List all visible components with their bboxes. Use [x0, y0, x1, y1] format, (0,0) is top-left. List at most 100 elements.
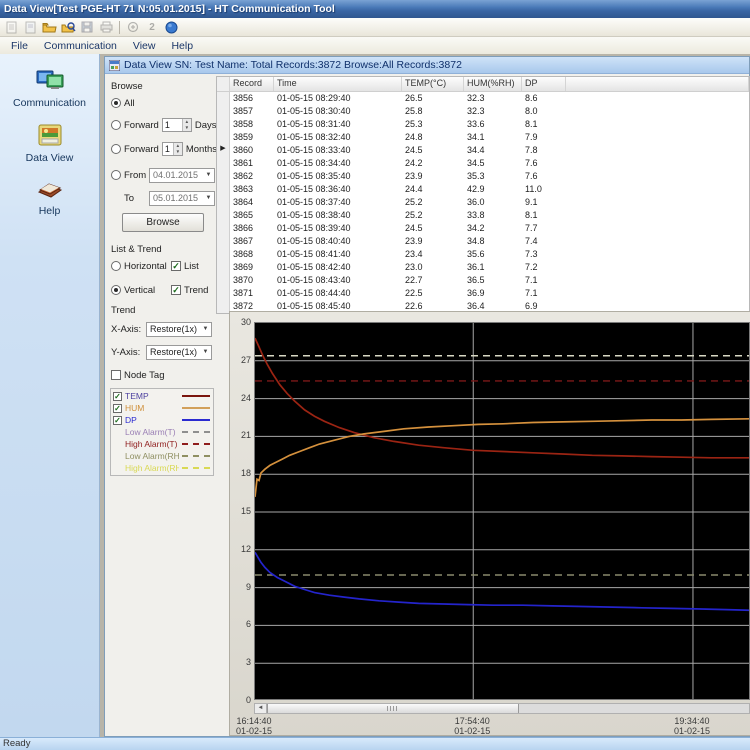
- chevron-down-icon[interactable]: ▼: [203, 172, 214, 178]
- sidebar-item-help[interactable]: Help: [0, 178, 99, 217]
- table-row[interactable]: 386601-05-15 08:39:4024.534.27.7: [217, 222, 749, 235]
- table-row[interactable]: ▶386001-05-15 08:33:4024.534.47.8: [217, 144, 749, 157]
- legend-checkbox[interactable]: ✓: [113, 392, 122, 401]
- from-date-picker[interactable]: 04.01.2015 ▼: [149, 168, 215, 183]
- horizontal-radio[interactable]: [111, 261, 121, 271]
- forward-days-radio[interactable]: [111, 120, 121, 130]
- table-row[interactable]: 385901-05-15 08:32:4024.834.17.9: [217, 131, 749, 144]
- child-window-titlebar[interactable]: Data View SN: Test Name: Total Records:3…: [105, 57, 749, 74]
- legend-checkbox[interactable]: ✓: [113, 404, 122, 413]
- open-folder-icon[interactable]: [41, 20, 57, 35]
- column-header[interactable]: Time: [274, 77, 402, 91]
- browse-group-title: Browse: [111, 81, 217, 92]
- x-axis-select[interactable]: Restore(1x) ▼: [146, 322, 212, 337]
- node-tag-checkbox[interactable]: [111, 370, 121, 380]
- table-row[interactable]: 386501-05-15 08:38:4025.233.88.1: [217, 209, 749, 222]
- table-row[interactable]: 386401-05-15 08:37:4025.236.09.1: [217, 196, 749, 209]
- browse-button[interactable]: Browse: [122, 213, 204, 232]
- forward-months-stepper[interactable]: 1 ▲▼: [162, 142, 183, 156]
- table-cell: 34.8: [464, 235, 522, 248]
- menu-file[interactable]: File: [4, 39, 35, 53]
- column-header[interactable]: DP: [522, 77, 566, 91]
- spinner-arrows-icon[interactable]: ▲▼: [182, 119, 191, 131]
- table-cell: 8.1: [522, 118, 566, 131]
- table-cell: 36.9: [464, 287, 522, 300]
- table-row[interactable]: 386901-05-15 08:42:4023.036.17.2: [217, 261, 749, 274]
- print-icon[interactable]: [98, 20, 114, 35]
- menu-help[interactable]: Help: [164, 39, 200, 53]
- table-cell: 01-05-15 08:38:40: [274, 209, 402, 222]
- list-trend-group-title: List & Trend: [111, 244, 217, 255]
- orientation-vertical-row: Vertical ✓ Trend: [111, 283, 217, 297]
- row-marker: [217, 287, 230, 300]
- doc-icon[interactable]: [3, 20, 19, 35]
- menu-view[interactable]: View: [126, 39, 163, 53]
- browse-from-option[interactable]: From 04.01.2015 ▼: [111, 168, 217, 182]
- menu-bar: File Communication View Help: [0, 37, 750, 54]
- table-row[interactable]: 386701-05-15 08:40:4023.934.87.4: [217, 235, 749, 248]
- table-cell: 01-05-15 08:33:40: [274, 144, 402, 157]
- folder-search-icon[interactable]: [60, 20, 76, 35]
- table-cell: 3868: [230, 248, 274, 261]
- table-cell: 3856: [230, 92, 274, 105]
- chevron-down-icon[interactable]: ▼: [200, 326, 211, 332]
- table-cell: 34.4: [464, 144, 522, 157]
- browse-forward-months-option[interactable]: Forward 1 ▲▼ Months: [111, 142, 217, 156]
- table-row[interactable]: 386301-05-15 08:36:4024.442.911.0: [217, 183, 749, 196]
- forward-months-radio[interactable]: [111, 144, 121, 154]
- from-radio[interactable]: [111, 170, 121, 180]
- forward-days-stepper[interactable]: 1 ▲▼: [162, 118, 192, 132]
- all-radio-label: All: [124, 98, 135, 109]
- orientation-horizontal-row: Horizontal ✓ List: [111, 259, 217, 273]
- table-row[interactable]: 386101-05-15 08:34:4024.234.57.6: [217, 157, 749, 170]
- browse-forward-days-option[interactable]: Forward 1 ▲▼ Days: [111, 118, 217, 132]
- list-checkbox[interactable]: ✓: [171, 261, 181, 271]
- chevron-down-icon[interactable]: ▼: [203, 195, 214, 201]
- chart-horizontal-scrollbar[interactable]: ◄: [254, 703, 750, 714]
- all-radio[interactable]: [111, 98, 121, 108]
- table-row[interactable]: 387101-05-15 08:44:4022.536.97.1: [217, 287, 749, 300]
- y-tick-label: 0: [230, 695, 251, 705]
- table-cell: 25.3: [402, 118, 464, 131]
- doc2-icon[interactable]: [22, 20, 38, 35]
- table-cell: 01-05-15 08:40:40: [274, 235, 402, 248]
- spinner-arrows-icon[interactable]: ▲▼: [173, 143, 182, 155]
- legend-line-sample: [182, 407, 210, 409]
- table-cell: 22.5: [402, 287, 464, 300]
- column-header[interactable]: TEMP(°C): [402, 77, 464, 91]
- table-row[interactable]: 385601-05-15 08:29:4026.532.38.6: [217, 92, 749, 105]
- forward-days-value[interactable]: 1: [163, 119, 182, 131]
- trend-chart[interactable]: [254, 322, 750, 700]
- column-header[interactable]: Record: [230, 77, 274, 91]
- window-titlebar[interactable]: Data View[Test PGE-HT 71 N:05.01.2015] -…: [0, 0, 750, 18]
- table-row[interactable]: 387001-05-15 08:43:4022.736.57.1: [217, 274, 749, 287]
- x-tick-label: 19:34:4001-02-15: [674, 716, 710, 736]
- table-cell: 32.3: [464, 92, 522, 105]
- chevron-down-icon[interactable]: ▼: [200, 349, 211, 355]
- help-icon[interactable]: [163, 20, 179, 35]
- scroll-left-arrow-icon[interactable]: ◄: [255, 704, 267, 713]
- browse-all-option[interactable]: All: [111, 96, 217, 110]
- scrollbar-thumb[interactable]: [267, 704, 519, 713]
- y-tick-label: 18: [230, 468, 251, 478]
- table-row[interactable]: 385701-05-15 08:30:4025.832.38.0: [217, 105, 749, 118]
- column-header[interactable]: HUM(%RH): [464, 77, 522, 91]
- table-row[interactable]: 386801-05-15 08:41:4023.435.67.3: [217, 248, 749, 261]
- legend-checkbox[interactable]: ✓: [113, 416, 122, 425]
- y-tick-label: 27: [230, 355, 251, 365]
- save-icon[interactable]: [79, 20, 95, 35]
- row-marker: [217, 170, 230, 183]
- y-axis-select[interactable]: Restore(1x) ▼: [146, 345, 212, 360]
- forward-months-value[interactable]: 1: [163, 143, 173, 155]
- to-date-picker[interactable]: 05.01.2015 ▼: [149, 191, 215, 206]
- vertical-radio[interactable]: [111, 285, 121, 295]
- records-table[interactable]: RecordTimeTEMP(°C)HUM(%RH)DP385601-05-15…: [216, 76, 750, 314]
- menu-communication[interactable]: Communication: [37, 39, 124, 53]
- table-row[interactable]: 386201-05-15 08:35:4023.935.37.6: [217, 170, 749, 183]
- zoom-icon[interactable]: [125, 20, 141, 35]
- table-header-row: RecordTimeTEMP(°C)HUM(%RH)DP: [217, 77, 749, 92]
- sidebar-item-communication[interactable]: Communication: [0, 68, 99, 109]
- table-row[interactable]: 385801-05-15 08:31:4025.333.68.1: [217, 118, 749, 131]
- trend-checkbox[interactable]: ✓: [171, 285, 181, 295]
- sidebar-item-data-view[interactable]: Data View: [0, 123, 99, 164]
